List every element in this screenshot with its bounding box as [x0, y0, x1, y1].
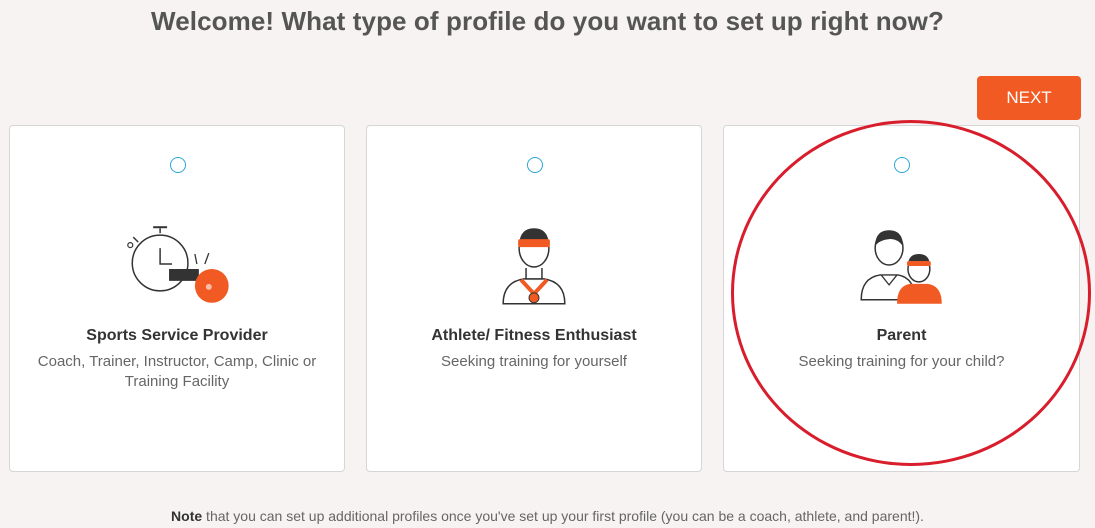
card-description-athlete: Seeking training for yourself	[441, 353, 627, 370]
profile-card-athlete[interactable]: Athlete/ Fitness Enthusiast Seeking trai…	[366, 125, 702, 472]
radio-button-parent[interactable]	[894, 157, 910, 173]
profile-card-parent[interactable]: Parent Seeking training for your child?	[723, 125, 1080, 472]
card-title-parent: Parent	[876, 327, 927, 344]
card-description-parent: Seeking training for your child?	[798, 353, 1005, 370]
page-heading: Welcome! What type of profile do you wan…	[151, 6, 944, 36]
athlete-medal-icon	[502, 228, 566, 305]
note-text: that you can set up additional profiles …	[202, 508, 924, 524]
card-title-sports-service-provider: Sports Service Provider	[86, 327, 268, 344]
footer-note: Note that you can set up additional prof…	[0, 508, 1095, 524]
card-title-athlete: Athlete/ Fitness Enthusiast	[431, 327, 637, 344]
profile-card-sports-service-provider[interactable]: Sports Service Provider Coach, Trainer, …	[9, 125, 345, 472]
radio-button-athlete[interactable]	[527, 157, 543, 173]
next-button[interactable]: NEXT	[977, 76, 1081, 120]
stopwatch-whistle-icon	[127, 226, 229, 303]
radio-button-sports-service-provider[interactable]	[170, 157, 186, 173]
card-description-sports-service-provider: Coach, Trainer, Instructor, Camp, Clinic…	[37, 353, 317, 390]
parent-child-icon	[860, 230, 942, 304]
note-label: Note	[171, 508, 203, 524]
